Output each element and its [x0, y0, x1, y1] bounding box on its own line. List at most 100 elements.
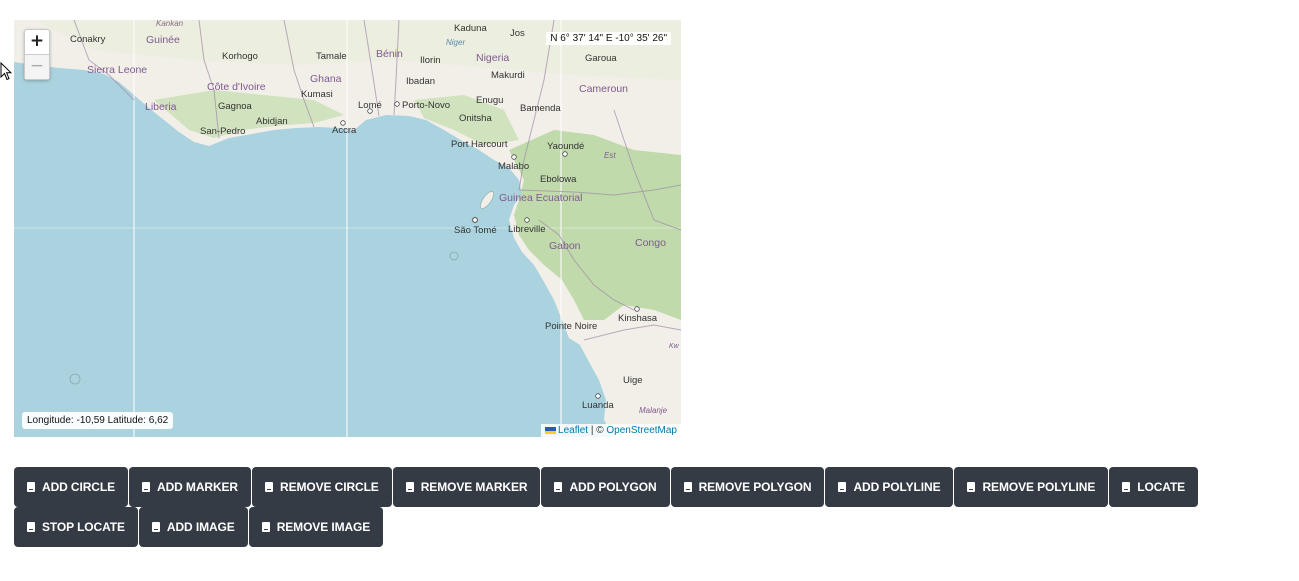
city-dot-sao-tome	[472, 217, 478, 223]
zoom-in-button[interactable]: +	[25, 30, 49, 55]
coordinate-display: N 6° 37' 14" E -10° 35' 26"	[546, 32, 671, 45]
map-label-garoua: Garoua	[585, 53, 617, 64]
button-label: REMOVE IMAGE	[276, 520, 371, 534]
map-label-liberia: Liberia	[145, 101, 177, 113]
add-polyline-button[interactable]: ADD POLYLINE	[825, 467, 954, 507]
map-label-abidjan: Abidjan	[256, 116, 288, 127]
button-label: ADD IMAGE	[166, 520, 235, 534]
map-label-benin: Bénin	[376, 48, 403, 60]
map-label-jos: Jos	[510, 28, 525, 39]
map-label-gabon: Gabon	[549, 240, 581, 252]
map-label-kumasi: Kumasi	[301, 89, 333, 100]
map-label-bamenda: Bamenda	[520, 103, 561, 114]
city-dot-libreville	[524, 217, 530, 223]
map-label-ghana: Ghana	[310, 73, 342, 85]
map-label-kankan: Kankan	[156, 20, 184, 28]
osm-link[interactable]: OpenStreetMap	[606, 425, 677, 436]
button-label: REMOVE POLYGON	[698, 480, 812, 494]
remove-circle-button[interactable]: REMOVE CIRCLE	[252, 467, 392, 507]
action-buttons: ADD CIRCLE ADD MARKER REMOVE CIRCLE REMO…	[14, 467, 1274, 547]
map-label-makurdi: Makurdi	[491, 70, 525, 81]
city-dot-kinshasa	[634, 306, 640, 312]
button-label: LOCATE	[1137, 480, 1186, 494]
map-label-guinee: Guinée	[146, 34, 180, 46]
map-label-pointe-noire: Pointe Noire	[545, 321, 597, 332]
map-label-kw: Kw	[669, 343, 680, 350]
city-dot-port-harcourt	[511, 154, 517, 160]
button-label: ADD CIRCLE	[42, 480, 115, 494]
button-label: ADD POLYLINE	[853, 480, 941, 494]
map-label-porto-novo: Porto-Novo	[402, 100, 450, 111]
map-label-kaduna: Kaduna	[454, 23, 487, 34]
book-icon	[27, 482, 35, 492]
map-label-ibadan: Ibadan	[406, 76, 435, 87]
map-label-uige: Uige	[623, 375, 643, 386]
book-icon	[1122, 482, 1131, 492]
map-label-korhogo: Korhogo	[222, 51, 258, 62]
map-label-ebolowa: Ebolowa	[540, 174, 577, 185]
book-icon	[838, 482, 847, 492]
map-label-sierra-leone: Sierra Leone	[87, 64, 147, 76]
book-icon	[261, 522, 270, 532]
map-label-enugu: Enugu	[476, 95, 503, 106]
map-label-malabo: Malabo	[498, 161, 529, 172]
remove-polyline-button[interactable]: REMOVE POLYLINE	[954, 467, 1109, 507]
button-label: REMOVE POLYLINE	[982, 480, 1096, 494]
leaflet-link[interactable]: Leaflet	[558, 425, 588, 436]
add-polygon-button[interactable]: ADD POLYGON	[541, 467, 670, 507]
zoom-out-button[interactable]: −	[25, 55, 49, 79]
map-label-accra: Accra	[332, 125, 357, 136]
book-icon	[265, 482, 273, 492]
map-label-port-harcourt: Port Harcourt	[451, 139, 508, 150]
locate-button[interactable]: LOCATE	[1109, 467, 1199, 507]
button-label: REMOVE CIRCLE	[280, 480, 379, 494]
button-label: STOP LOCATE	[42, 520, 125, 534]
book-icon	[27, 522, 35, 532]
zoom-control: + −	[24, 29, 50, 80]
map-label-libreville: Libreville	[508, 224, 546, 235]
map-label-malanje: Malanje	[639, 406, 668, 415]
map-container[interactable]: Kankan Kaduna Jos Conakry Guinée Niger B…	[14, 20, 681, 437]
book-icon	[142, 482, 150, 492]
city-dot-porto-novo	[394, 101, 400, 107]
book-icon	[405, 482, 414, 492]
city-dot-yaounde	[562, 151, 568, 157]
add-circle-button[interactable]: ADD CIRCLE	[14, 467, 128, 507]
map-label-ilorin: Ilorin	[420, 55, 441, 66]
map-label-luanda: Luanda	[582, 400, 614, 411]
city-dot-luanda	[595, 393, 601, 399]
book-icon	[554, 482, 563, 492]
add-image-button[interactable]: ADD IMAGE	[138, 507, 248, 547]
add-marker-button[interactable]: ADD MARKER	[129, 467, 251, 507]
button-label: REMOVE MARKER	[420, 480, 528, 494]
mouse-pointer-icon	[0, 62, 12, 81]
button-label: ADD MARKER	[157, 480, 238, 494]
map-label-lome: Lomé	[358, 100, 382, 111]
remove-polygon-button[interactable]: REMOVE POLYGON	[670, 467, 825, 507]
book-icon	[151, 522, 160, 532]
ukraine-flag-icon	[545, 427, 557, 434]
remove-marker-button[interactable]: REMOVE MARKER	[392, 467, 541, 507]
map-label-cote-divoire: Côte d'Ivoire	[207, 81, 266, 93]
map-label-kinshasa: Kinshasa	[618, 313, 658, 324]
map-label-nigeria: Nigeria	[476, 52, 509, 64]
map-label-congo: Congo	[635, 237, 666, 249]
map-tiles[interactable]: Kankan Kaduna Jos Conakry Guinée Niger B…	[14, 20, 681, 437]
attribution: Leaflet | © OpenStreetMap	[541, 424, 681, 437]
map-label-san-pedro: San-Pedro	[200, 126, 245, 137]
map-label-est: Est	[604, 151, 616, 160]
map-label-sao-tome: São Tomé	[454, 225, 497, 236]
button-label: ADD POLYGON	[569, 480, 657, 494]
book-icon	[683, 482, 692, 492]
map-label-niger: Niger	[446, 38, 465, 47]
map-label-yaounde: Yaoundé	[547, 141, 584, 152]
map-label-cameroun: Cameroun	[579, 83, 628, 95]
attribution-separator: | ©	[588, 425, 607, 436]
stop-locate-button[interactable]: STOP LOCATE	[14, 507, 138, 547]
map-label-conakry: Conakry	[70, 34, 106, 45]
map-label-tamale: Tamale	[316, 51, 347, 62]
mouse-position-display: Longitude: -10,59 Latitude: 6,62	[22, 412, 174, 429]
book-icon	[967, 482, 976, 492]
remove-image-button[interactable]: REMOVE IMAGE	[248, 507, 384, 547]
map-label-onitsha: Onitsha	[459, 113, 492, 124]
